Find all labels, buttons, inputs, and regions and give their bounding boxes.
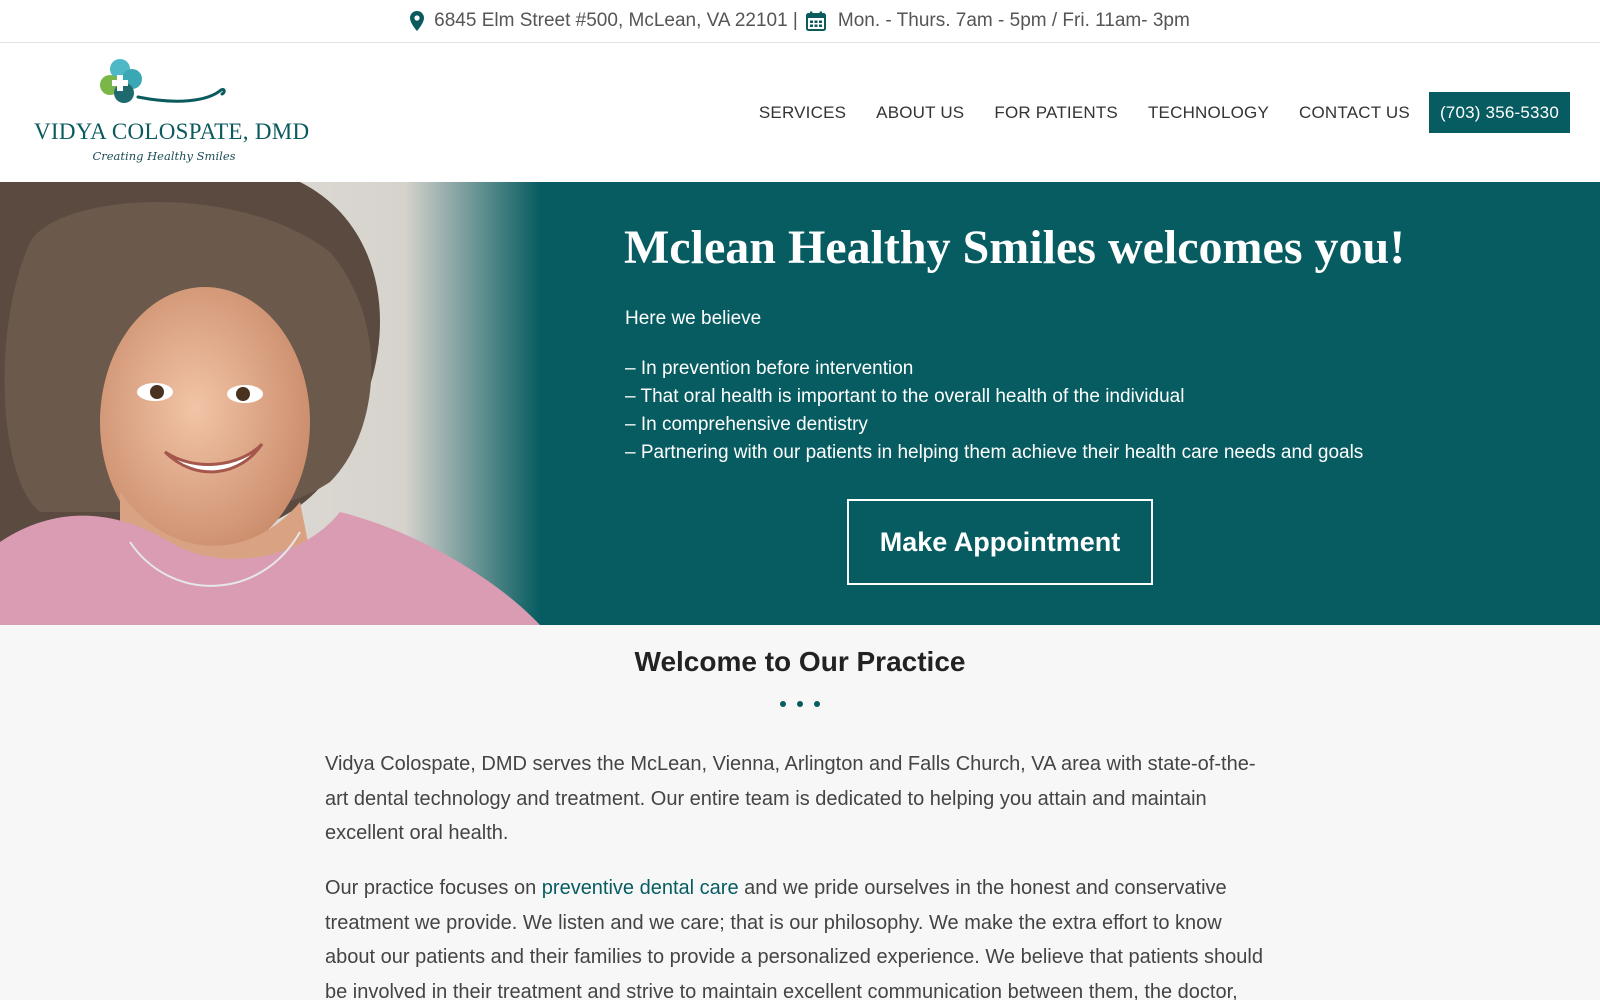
site-header: VIDYA COLOSPATE, DMD Creating Healthy Sm…: [0, 43, 1600, 182]
logo-brand-text: VIDYA COLOSPATE, DMD: [34, 119, 310, 144]
logo-tagline: Creating Healthy Smiles: [92, 149, 236, 163]
nav-item-about-us[interactable]: ABOUT US: [876, 103, 964, 123]
intro-paragraph: Vidya Colospate, DMD serves the McLean, …: [325, 753, 1256, 844]
hero-banner: Mclean Healthy Smiles welcomes you! Here…: [0, 182, 1600, 625]
belief-item: – In comprehensive dentistry: [625, 414, 868, 435]
hours-segment: Mon. - Thurs. 7am - 5pm / Fri. 11am- 3pm: [798, 10, 1190, 32]
main-nav: SERVICES ABOUT US FOR PATIENTS TECHNOLOG…: [729, 92, 1570, 133]
section-title: Welcome to Our Practice: [634, 646, 966, 677]
nav-item-contact-us[interactable]: CONTACT US: [1299, 103, 1410, 123]
paragraph-text: Our practice focuses on: [325, 877, 542, 899]
phone-button[interactable]: (703) 356-5330: [1428, 92, 1570, 133]
philosophy-paragraph: Our practice focuses on preventive denta…: [325, 871, 1275, 1000]
make-appointment-button[interactable]: Make Appointment: [847, 499, 1153, 585]
nav-item-services[interactable]: SERVICES: [759, 103, 846, 123]
belief-item: – Partnering with our patients in helpin…: [625, 442, 1364, 463]
hero-title: Mclean Healthy Smiles welcomes you!: [624, 221, 1406, 274]
divider-dot: [814, 701, 820, 707]
hero-intro: Here we believe: [625, 308, 762, 329]
preventive-care-link[interactable]: preventive dental care: [542, 877, 739, 899]
top-info-bar: 6845 Elm Street #500, McLean, VA 22101 |…: [0, 0, 1600, 43]
hours-text: Mon. - Thurs. 7am - 5pm / Fri. 11am- 3pm: [837, 10, 1190, 31]
beliefs-list: – In prevention before intervention – Th…: [625, 355, 1363, 467]
nav-item-technology[interactable]: TECHNOLOGY: [1148, 103, 1269, 123]
nav-item-for-patients[interactable]: FOR PATIENTS: [994, 103, 1118, 123]
belief-item: – That oral health is important to the o…: [625, 386, 1185, 407]
divider-dot: [797, 701, 803, 707]
belief-item: – In prevention before intervention: [625, 358, 914, 379]
divider-dot: [780, 701, 786, 707]
map-pin-icon: [410, 11, 425, 31]
smiling-woman-photo: [0, 182, 540, 625]
clover-tooth-logo-icon: [100, 59, 226, 103]
address-text: 6845 Elm Street #500, McLean, VA 22101 |: [434, 10, 798, 31]
site-logo[interactable]: VIDYA COLOSPATE, DMD Creating Healthy Sm…: [34, 57, 310, 167]
divider-dots: [0, 701, 1600, 707]
address-segment: 6845 Elm Street #500, McLean, VA 22101 |: [410, 10, 798, 32]
calendar-icon: [805, 11, 826, 31]
